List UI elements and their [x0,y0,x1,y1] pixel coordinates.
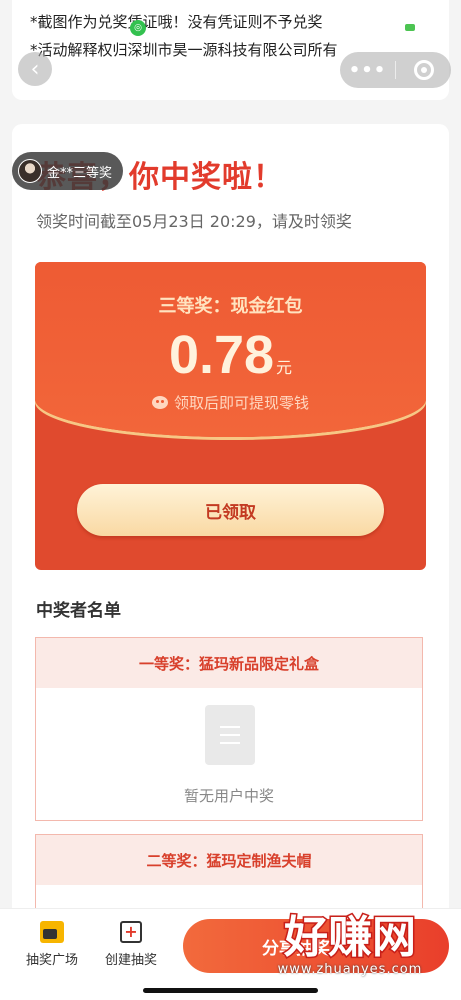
winner-toast-text: 金**三等奖 [47,165,113,181]
winners-list-title: 中奖者名单 [36,601,121,621]
tab-create-lottery[interactable]: + 创建抽奖 [91,921,171,968]
plus-square-icon: + [120,921,142,943]
prize-amount-row: 0.78 元 [35,324,426,386]
avatar [18,159,42,183]
share-lottery-button[interactable]: 分享抽奖 [183,919,449,973]
envelope-flap: 三等奖：现金红包 0.78 元 领取后即可提现零钱 [35,262,426,437]
home-indicator [143,988,318,993]
red-envelope: 三等奖：现金红包 0.78 元 领取后即可提现零钱 已领取 [35,262,426,570]
empty-list-icon [205,705,255,765]
empty-winners-text: 暂无用户中奖 [183,787,274,805]
withdraw-note: 领取后即可提现零钱 [35,392,426,413]
wechat-float-icon: ◎ [130,20,146,36]
prize-amount: 0.78 [168,325,275,385]
wechat-icon [151,396,168,409]
prize-tier-header: 一等奖：猛玛新品限定礼盒 [36,638,422,688]
bottom-bar: 抽奖广场 + 创建抽奖 分享抽奖 [0,908,461,1000]
winner-toast: 金**三等奖 [12,152,123,190]
close-miniprogram-button[interactable] [396,60,451,80]
prize-tier-header: 二等奖：猛玛定制渔夫帽 [36,835,422,885]
prize-unit: 元 [276,358,293,377]
notice-voucher-text: *截图作为兑奖凭证哦！没有凭证则不予兑奖 [30,13,323,31]
chevron-left-icon: ‹ [30,56,40,82]
plaza-icon [40,921,64,943]
prize-name: 三等奖：现金红包 [158,296,303,317]
tab-label: 抽奖广场 [25,953,78,968]
claimed-button[interactable]: 已领取 [77,484,384,536]
withdraw-note-text: 领取后即可提现零钱 [173,394,309,412]
more-button[interactable]: ••• [340,60,395,81]
more-dots-icon: ••• [348,59,387,81]
battery-icon [405,24,415,31]
miniprogram-capsule: ••• [340,52,451,88]
prize-tier-first: 一等奖：猛玛新品限定礼盒 暂无用户中奖 [35,637,423,821]
target-icon [413,60,434,80]
tab-lottery-plaza[interactable]: 抽奖广场 [12,921,92,968]
claim-deadline: 领奖时间截至05月23日 20:29，请及时领奖 [36,212,352,231]
back-button[interactable]: ‹ [18,52,52,86]
tab-label: 创建抽奖 [104,953,157,968]
